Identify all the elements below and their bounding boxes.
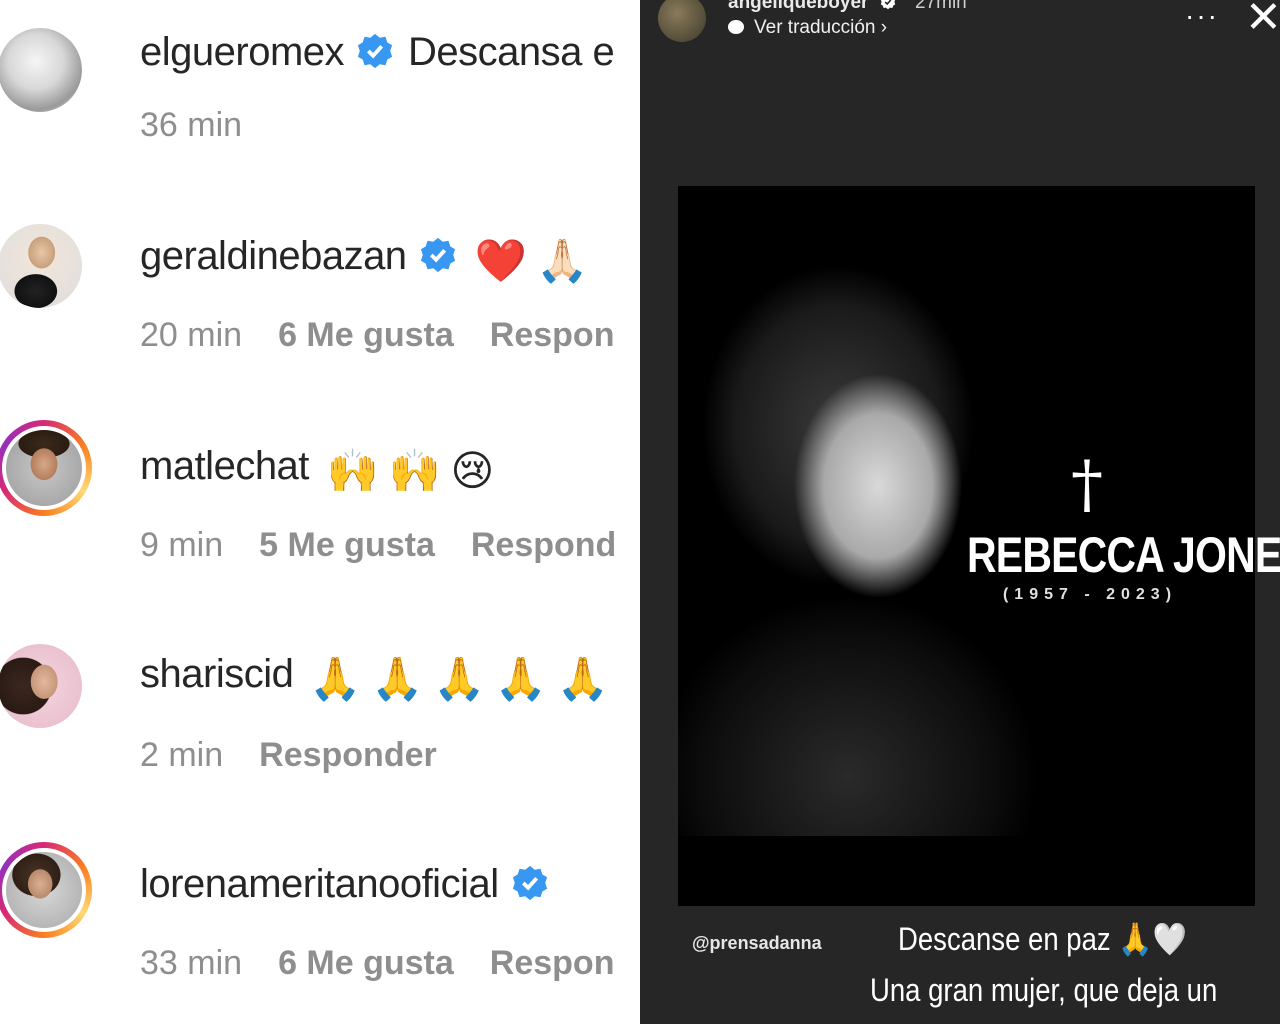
close-icon[interactable]: ✕ — [1245, 0, 1280, 40]
comment-meta: 36 min — [140, 106, 278, 145]
username-text[interactable]: lorenameritanooficial — [140, 862, 499, 906]
tribute-name: REBECCA JONES — [967, 527, 1280, 583]
comment-username[interactable]: matlechat 🙌 🙌 😢 — [140, 444, 494, 496]
story-header: angeliqueboyer 27min — [728, 0, 967, 14]
comment-meta: 9 min 5 Me gusta Respond — [140, 526, 640, 565]
comment-username[interactable]: lorenameritanooficial — [140, 862, 549, 907]
story-username[interactable]: angeliqueboyer — [728, 0, 868, 13]
comment-username[interactable]: shariscid 🙏 🙏 🙏 🙏 🙏 — [140, 652, 609, 704]
comment-time: 9 min — [140, 526, 224, 564]
verified-badge-icon — [357, 33, 393, 69]
username-text[interactable]: geraldinebazan — [140, 234, 407, 278]
praying-hands-emoji-icon: 🙏 — [309, 655, 362, 702]
comment-meta: 2 min Responder — [140, 736, 473, 775]
comment-item: geraldinebazan ❤️ 🙏🏻 20 min 6 Me gusta Respo… — [0, 210, 640, 410]
raising-hands-emoji-icon: 🙌 — [388, 447, 441, 494]
see-translation-link[interactable]: Ver traducción › — [728, 17, 887, 39]
comment-item: elgueromex Descansa e 36 min — [0, 0, 640, 200]
comment-likes[interactable]: 6 Me gusta — [278, 316, 454, 354]
story-time: 27min — [914, 0, 967, 13]
praying-hands-emoji-icon: 🙏 — [371, 655, 423, 702]
comment-item: lorenameritanooficial 33 min 6 Me gusta Re… — [0, 838, 640, 1024]
comment-likes[interactable]: 5 Me gusta — [259, 526, 435, 564]
comment-time: 20 min — [140, 316, 243, 354]
comment-text: Descansa e — [408, 30, 615, 74]
comment-time: 2 min — [140, 736, 224, 774]
speech-bubble-icon — [728, 20, 744, 34]
verified-badge-icon — [420, 237, 455, 273]
praying-hands-emoji-icon: 🙏 — [432, 655, 485, 702]
comment-item: shariscid 🙏 🙏 🙏 🙏 🙏 2 min Responder — [0, 632, 640, 832]
more-horizontal-icon[interactable]: ··· — [1185, 0, 1219, 32]
comment-username[interactable]: geraldinebazan ❤️ 🙏🏻 — [140, 234, 589, 286]
comment-item: matlechat 🙌 🙌 😢 9 min 5 Me gusta Respond — [0, 418, 640, 618]
avatar-story-ring[interactable] — [0, 420, 92, 516]
reply-button[interactable]: Responder — [259, 736, 437, 774]
praying-hands-emoji-icon: 🙏🏻 — [536, 237, 589, 284]
avatar[interactable] — [0, 224, 82, 308]
comment-meta: 20 min 6 Me gusta Respon — [140, 316, 640, 355]
reply-button[interactable]: Respon — [490, 316, 615, 354]
reply-button[interactable]: Respon — [490, 944, 615, 982]
crying-face-emoji-icon: 😢 — [450, 447, 495, 494]
verified-badge-icon — [880, 0, 895, 10]
reply-button[interactable]: Respond — [471, 526, 616, 564]
cross-icon: † — [1071, 448, 1103, 522]
comment-time: 33 min — [140, 944, 243, 982]
comments-panel: elgueromex Descansa e 36 min geraldinebaz… — [0, 0, 640, 1024]
comment-likes[interactable]: 6 Me gusta — [278, 944, 454, 982]
tribute-years: (1957 - 2023) — [1002, 586, 1178, 603]
comment-username[interactable]: elgueromex Descansa e — [140, 30, 615, 75]
tribute-image: † REBECCA JONES (1957 - 2023) — [678, 186, 1280, 906]
avatar[interactable] — [0, 644, 82, 728]
story-caption-line-1: Descanse en paz 🙏🤍 — [898, 921, 1187, 957]
story-avatar[interactable] — [658, 0, 706, 42]
story-caption-line-2: Una gran mujer, que deja un — [870, 972, 1218, 1008]
photo-credit: @prensadanna — [692, 933, 822, 953]
comment-time: 36 min — [140, 106, 243, 144]
story-viewer: angeliqueboyer 27min Ver traducción › ··… — [640, 0, 1280, 1024]
see-translation-label[interactable]: Ver traducción › — [754, 17, 887, 38]
raising-hands-emoji-icon: 🙌 — [326, 447, 379, 494]
verified-badge-icon — [512, 865, 547, 901]
username-text[interactable]: elgueromex — [140, 30, 345, 74]
praying-hands-emoji-icon: 🙏 — [494, 655, 547, 702]
avatar[interactable] — [0, 28, 82, 112]
username-text[interactable]: matlechat — [140, 444, 309, 488]
avatar-story-ring[interactable] — [0, 842, 92, 938]
username-text[interactable]: shariscid — [140, 652, 294, 696]
heart-emoji-icon: ❤️ — [474, 237, 527, 284]
comment-meta: 33 min 6 Me gusta Respon — [140, 944, 640, 983]
praying-hands-emoji-icon: 🙏 — [556, 655, 609, 702]
